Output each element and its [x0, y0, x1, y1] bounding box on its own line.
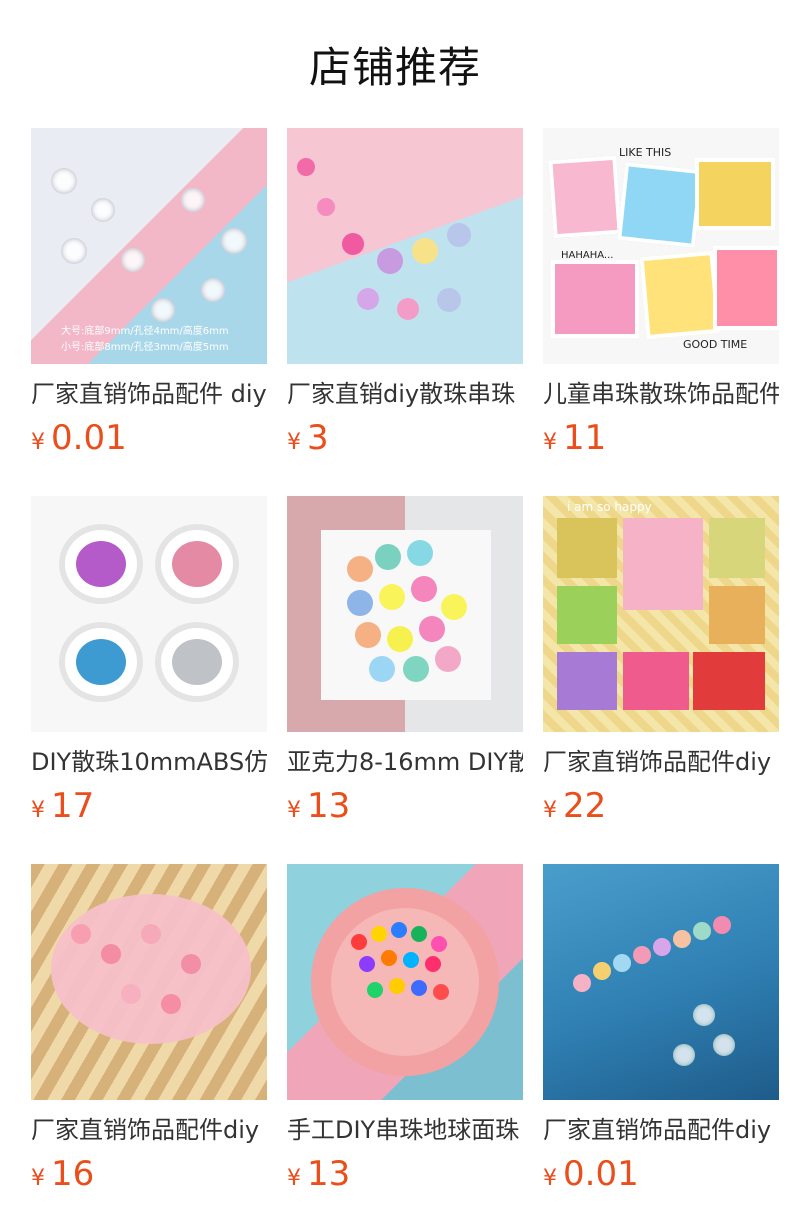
product-image[interactable]: [31, 496, 267, 732]
currency-symbol: ¥: [543, 430, 557, 455]
currency-symbol: ¥: [31, 430, 45, 455]
product-title[interactable]: 儿童串珠散珠饰品配件: [543, 378, 779, 410]
currency-symbol: ¥: [31, 1166, 45, 1191]
product-title[interactable]: 亚克力8-16mm DIY散珠: [287, 746, 523, 778]
currency-symbol: ¥: [287, 430, 301, 455]
page-header: 店铺推荐: [0, 0, 790, 128]
product-image[interactable]: i am so happy: [543, 496, 779, 732]
product-image[interactable]: [287, 864, 523, 1100]
price-value: 13: [307, 1154, 351, 1194]
currency-symbol: ¥: [543, 798, 557, 823]
product-card[interactable]: 厂家直销饰品配件diy ¥ 16: [31, 864, 267, 1194]
product-image[interactable]: [543, 864, 779, 1100]
product-title[interactable]: 厂家直销饰品配件 diy手工: [31, 378, 267, 410]
product-price: ¥ 13: [287, 1154, 523, 1194]
currency-symbol: ¥: [287, 798, 301, 823]
image-caption: HAHAHA...: [561, 250, 614, 261]
product-title[interactable]: 厂家直销饰品配件diy: [543, 746, 779, 778]
product-image[interactable]: [287, 128, 523, 364]
currency-symbol: ¥: [31, 798, 45, 823]
currency-symbol: ¥: [543, 1166, 557, 1191]
image-caption: GOOD TIME: [683, 338, 748, 351]
product-image[interactable]: 大号:底部9mm/孔径4mm/高度6mm 小号:底部8mm/孔径3mm/高度5m…: [31, 128, 267, 364]
price-value: 11: [563, 418, 607, 458]
image-caption: LIKE THIS: [619, 146, 672, 159]
image-caption: i am so happy: [567, 500, 652, 514]
product-card[interactable]: 亚克力8-16mm DIY散珠 ¥ 13: [287, 496, 523, 826]
price-value: 0.01: [563, 1154, 639, 1194]
price-value: 22: [563, 786, 607, 826]
price-value: 17: [51, 786, 95, 826]
product-title[interactable]: 手工DIY串珠地球面珠: [287, 1114, 523, 1146]
product-price: ¥ 17: [31, 786, 267, 826]
product-title[interactable]: 厂家直销饰品配件diy: [31, 1114, 267, 1146]
product-image[interactable]: [287, 496, 523, 732]
product-image[interactable]: LIKE THIS HAHAHA... GOOD TIME: [543, 128, 779, 364]
product-price: ¥ 0.01: [543, 1154, 779, 1194]
product-card[interactable]: 厂家直销饰品配件diy ¥ 0.01: [543, 864, 779, 1194]
product-title[interactable]: DIY散珠10mmABS仿珍珠: [31, 746, 267, 778]
image-caption: 大号:底部9mm/孔径4mm/高度6mm 小号:底部8mm/孔径3mm/高度5m…: [61, 326, 229, 353]
product-card[interactable]: i am so happy 厂家直销饰品配件diy ¥ 22: [543, 496, 779, 826]
price-value: 16: [51, 1154, 95, 1194]
price-value: 0.01: [51, 418, 127, 458]
page-title: 店铺推荐: [308, 42, 481, 92]
price-value: 13: [307, 786, 351, 826]
product-price: ¥ 0.01: [31, 418, 267, 458]
product-title[interactable]: 厂家直销饰品配件diy: [543, 1114, 779, 1146]
product-card[interactable]: DIY散珠10mmABS仿珍珠 ¥ 17: [31, 496, 267, 826]
product-price: ¥ 11: [543, 418, 779, 458]
product-price: ¥ 22: [543, 786, 779, 826]
product-card[interactable]: LIKE THIS HAHAHA... GOOD TIME 儿童串珠散珠饰品配件…: [543, 128, 779, 458]
product-card[interactable]: 厂家直销diy散珠串珠 ¥ 3: [287, 128, 523, 458]
product-title[interactable]: 厂家直销diy散珠串珠: [287, 378, 523, 410]
product-price: ¥ 3: [287, 418, 523, 458]
product-image[interactable]: [31, 864, 267, 1100]
product-card[interactable]: 手工DIY串珠地球面珠 ¥ 13: [287, 864, 523, 1194]
product-price: ¥ 13: [287, 786, 523, 826]
price-value: 3: [307, 418, 329, 458]
product-price: ¥ 16: [31, 1154, 267, 1194]
currency-symbol: ¥: [287, 1166, 301, 1191]
product-card[interactable]: 大号:底部9mm/孔径4mm/高度6mm 小号:底部8mm/孔径3mm/高度5m…: [31, 128, 267, 458]
